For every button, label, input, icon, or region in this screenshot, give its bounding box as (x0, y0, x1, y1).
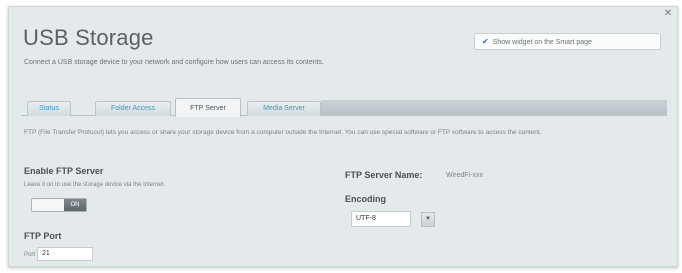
tab-bar: Status Folder Access FTP Server Media Se… (21, 96, 667, 117)
tab-ftp-server[interactable]: FTP Server (175, 98, 241, 117)
tab-status[interactable]: Status (27, 101, 71, 116)
tab-folder-access[interactable]: Folder Access (95, 101, 171, 116)
ftp-port-input[interactable]: 21 (37, 247, 93, 261)
checkmark-icon: ✔ (482, 37, 489, 46)
toggle-knob: ON (64, 199, 86, 211)
encoding-select[interactable]: UTF-8 (351, 211, 411, 227)
usb-storage-panel: ✕ USB Storage Connect a USB storage devi… (8, 6, 678, 267)
ftp-server-name-label: FTP Server Name: (345, 170, 423, 180)
tab-strip-background (321, 100, 667, 116)
ftp-server-name-value: WiredFi-xxx (446, 172, 483, 179)
enable-ftp-label: Enable FTP Server (24, 166, 104, 176)
show-widget-label: Show widget on the Smart page (492, 39, 592, 46)
ftp-port-label: FTP Port (24, 231, 62, 241)
enable-ftp-toggle[interactable]: ON (31, 198, 87, 212)
page-subtitle: Connect a USB storage device to your net… (24, 59, 324, 66)
enable-ftp-help: Leave it on to use the storage device vi… (24, 182, 166, 188)
chevron-down-icon[interactable]: ▼ (421, 212, 435, 227)
show-widget-checkbox[interactable]: ✔ Show widget on the Smart page (474, 33, 661, 50)
close-icon[interactable]: ✕ (663, 9, 673, 19)
port-field-label: Port (24, 252, 36, 258)
page-title: USB Storage (23, 25, 154, 50)
ftp-description: FTP (File Transfer Protocol) lets you ac… (24, 129, 542, 136)
tab-media-server[interactable]: Media Server (247, 101, 321, 116)
encoding-label: Encoding (345, 194, 386, 204)
